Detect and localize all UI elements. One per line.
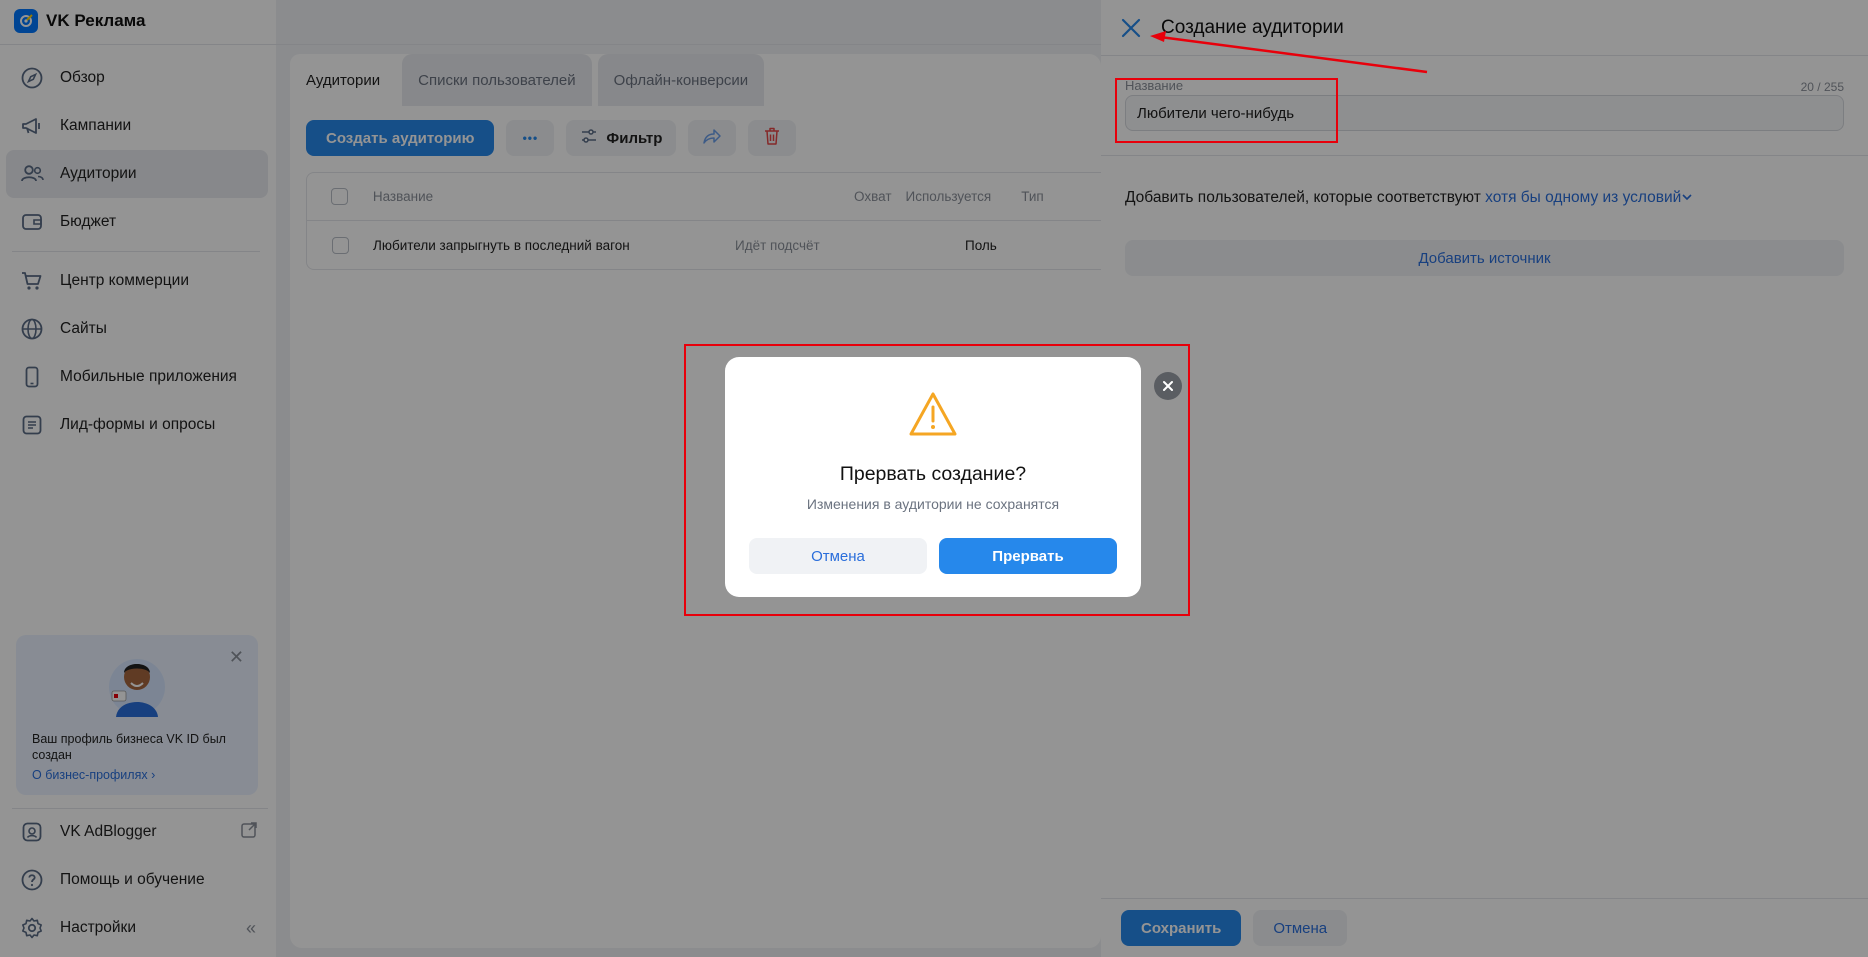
annotation-box-name-field	[1115, 78, 1338, 143]
annotation-box-dialog	[684, 344, 1190, 616]
panel-overlay[interactable]	[1101, 0, 1868, 957]
